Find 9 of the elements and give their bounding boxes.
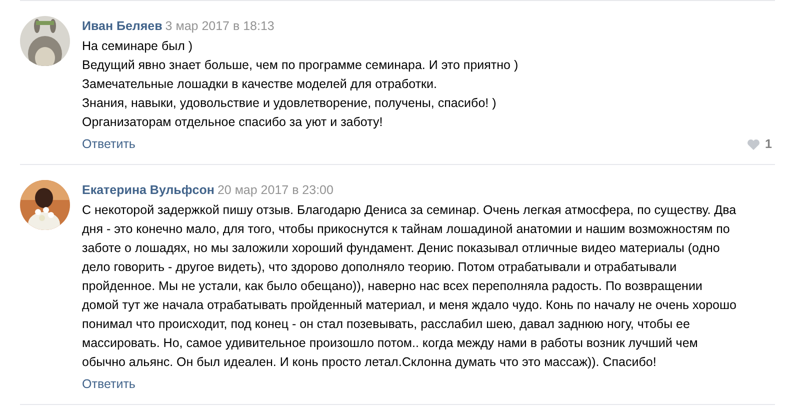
comment-text: С некоторой задержкой пишу отзыв. Благодарю Дениса за семинар. Очень легкая атмосфера, по существу. Два дня - это конечно мало, для того, чтобы прикоснутся к тайнам лошадиной анатомии и нашим возможностям по заботе о лошадях, но мы заложили хороший фундамент. Денис показывал отличные видео материалы (одно дело говорить - другое видеть), что здорово дополняло теорию. Потом отрабатывали и отрабатывали пройденное. Мы не устали, как было обещано)), наверно нас всех переполняла радость. По возвращении домой тут же начала отрабатывать пройденный материал, и меня ждало чудо. Конь по началу не очень хорошо понимал что происходит, под конец - он стал позевывать, расслабил шею, давал заднюю ногу, чтобы ее массировать. Но, самое удивительное произошло потом.. когда между нами в работы возник лучший чем обычно альянс. Он был идеален. И конь просто летал.Склонна думать что это массаж)). Спасибо! — [82, 202, 738, 371]
author-name[interactable]: Иван Беляев — [82, 19, 162, 33]
comment-date: 20 мар 2017 в 23:00 — [217, 183, 334, 197]
comment-date: 3 мар 2017 в 18:13 — [165, 19, 274, 33]
comment-text: На семинаре был ) Ведущий явно знает больше, чем по программе семинара. И это приятно ) Замечательные лошадки в качестве моделей для отработки. Знания, навыки, удовольствие и удовлетворение, получены, спасибо! ) Организаторам отдельное спасибо за уют и заботу! — [82, 38, 520, 131]
reply-link[interactable]: Ответить — [82, 375, 136, 393]
like-count: 1 — [765, 136, 772, 153]
author-name[interactable]: Екатерина Вульфсон — [82, 183, 214, 197]
reply-link[interactable]: Ответить — [82, 135, 136, 153]
